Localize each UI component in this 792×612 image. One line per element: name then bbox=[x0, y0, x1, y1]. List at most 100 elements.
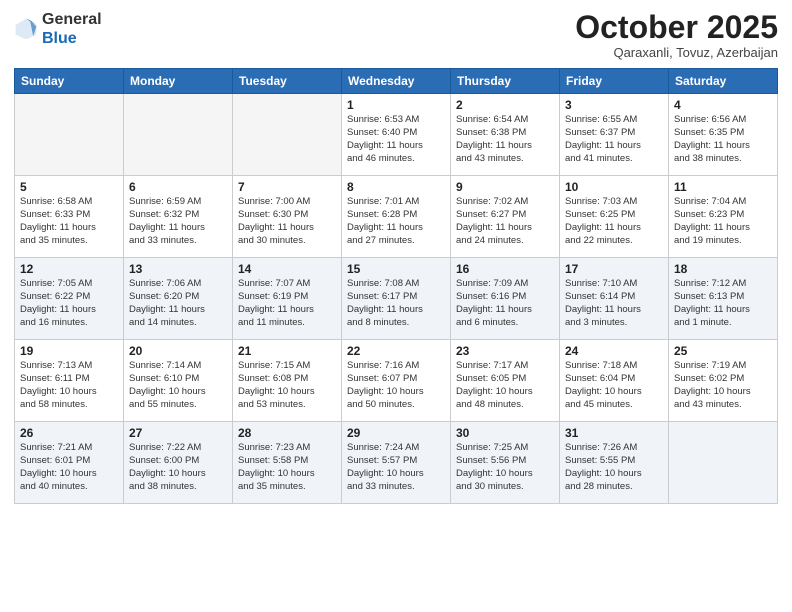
calendar-cell: 6Sunrise: 6:59 AM Sunset: 6:32 PM Daylig… bbox=[124, 176, 233, 258]
calendar-header-row: SundayMondayTuesdayWednesdayThursdayFrid… bbox=[15, 69, 778, 94]
day-info: Sunrise: 7:22 AM Sunset: 6:00 PM Dayligh… bbox=[129, 442, 227, 493]
calendar-table: SundayMondayTuesdayWednesdayThursdayFrid… bbox=[14, 68, 778, 504]
calendar-cell: 7 Sunrise: 7:00 AM Sunset: 6:30 PM Daylig… bbox=[233, 176, 342, 258]
day-info: Sunrise: 7:09 AM Sunset: 6:16 PM Dayligh… bbox=[456, 278, 554, 329]
day-number: 16 bbox=[456, 262, 554, 276]
calendar-week-5: 26 Sunrise: 7:21 AM Sunset: 6:01 PM Dayli… bbox=[15, 422, 778, 504]
day-info: Sunrise: 6:55 AM Sunset: 6:37 PM Dayligh… bbox=[565, 114, 663, 165]
calendar-header-monday: Monday bbox=[124, 69, 233, 94]
calendar-cell bbox=[669, 422, 778, 504]
calendar-header-tuesday: Tuesday bbox=[233, 69, 342, 94]
day-number: 30 bbox=[456, 426, 554, 440]
calendar-cell: 21 Sunrise: 7:15 AM Sunset: 6:08 PM Dayli… bbox=[233, 340, 342, 422]
day-info: Sunrise: 7:15 AM Sunset: 6:08 PM Dayligh… bbox=[238, 360, 336, 411]
day-info: Sunrise: 7:12 AM Sunset: 6:13 PM Dayligh… bbox=[674, 278, 772, 329]
calendar-cell bbox=[15, 94, 124, 176]
day-info: Sunrise: 7:21 AM Sunset: 6:01 PM Dayligh… bbox=[20, 442, 118, 493]
day-number: 7 bbox=[238, 180, 336, 194]
day-info: Sunrise: 6:53 AM Sunset: 6:40 PM Dayligh… bbox=[347, 114, 445, 165]
day-number: 19 bbox=[20, 344, 118, 358]
calendar-cell: 24 Sunrise: 7:18 AM Sunset: 6:04 PM Dayli… bbox=[560, 340, 669, 422]
title-section: October 2025 Qaraxanli, Tovuz, Azerbaija… bbox=[575, 10, 778, 60]
calendar-cell: 14 Sunrise: 7:07 AM Sunset: 6:19 PM Dayli… bbox=[233, 258, 342, 340]
logo-blue: Blue bbox=[42, 30, 77, 47]
day-info: Sunrise: 7:26 AM Sunset: 5:55 PM Dayligh… bbox=[565, 442, 663, 493]
calendar-header-wednesday: Wednesday bbox=[342, 69, 451, 94]
calendar-cell: 18 Sunrise: 7:12 AM Sunset: 6:13 PM Dayli… bbox=[669, 258, 778, 340]
calendar-header-sunday: Sunday bbox=[15, 69, 124, 94]
calendar-cell: 19 Sunrise: 7:13 AM Sunset: 6:11 PM Dayli… bbox=[15, 340, 124, 422]
day-info: Sunrise: 7:18 AM Sunset: 6:04 PM Dayligh… bbox=[565, 360, 663, 411]
day-info: Sunrise: 7:25 AM Sunset: 5:56 PM Dayligh… bbox=[456, 442, 554, 493]
calendar-header-thursday: Thursday bbox=[451, 69, 560, 94]
calendar-cell: 1 Sunrise: 6:53 AM Sunset: 6:40 PM Daylig… bbox=[342, 94, 451, 176]
day-number: 26 bbox=[20, 426, 118, 440]
calendar-cell: 5 Sunrise: 6:58 AM Sunset: 6:33 PM Daylig… bbox=[15, 176, 124, 258]
calendar-week-2: 5 Sunrise: 6:58 AM Sunset: 6:33 PM Daylig… bbox=[15, 176, 778, 258]
calendar-cell: 22Sunrise: 7:16 AM Sunset: 6:07 PM Dayli… bbox=[342, 340, 451, 422]
day-number: 15 bbox=[347, 262, 445, 276]
calendar-cell bbox=[233, 94, 342, 176]
day-number: 13 bbox=[129, 262, 227, 276]
day-info: Sunrise: 7:14 AM Sunset: 6:10 PM Dayligh… bbox=[129, 360, 227, 411]
day-number: 14 bbox=[238, 262, 336, 276]
calendar-cell: 2 Sunrise: 6:54 AM Sunset: 6:38 PM Daylig… bbox=[451, 94, 560, 176]
day-info: Sunrise: 6:59 AM Sunset: 6:32 PM Dayligh… bbox=[129, 196, 227, 247]
day-number: 2 bbox=[456, 98, 554, 112]
day-number: 17 bbox=[565, 262, 663, 276]
day-info: Sunrise: 7:23 AM Sunset: 5:58 PM Dayligh… bbox=[238, 442, 336, 493]
calendar-cell: 15Sunrise: 7:08 AM Sunset: 6:17 PM Dayli… bbox=[342, 258, 451, 340]
day-number: 25 bbox=[674, 344, 772, 358]
day-info: Sunrise: 7:13 AM Sunset: 6:11 PM Dayligh… bbox=[20, 360, 118, 411]
day-number: 31 bbox=[565, 426, 663, 440]
logo-text: General Blue bbox=[42, 10, 102, 48]
calendar-cell: 10 Sunrise: 7:03 AM Sunset: 6:25 PM Dayli… bbox=[560, 176, 669, 258]
day-number: 29 bbox=[347, 426, 445, 440]
day-number: 21 bbox=[238, 344, 336, 358]
month-title: October 2025 bbox=[575, 10, 778, 45]
day-number: 10 bbox=[565, 180, 663, 194]
day-info: Sunrise: 7:05 AM Sunset: 6:22 PM Dayligh… bbox=[20, 278, 118, 329]
day-info: Sunrise: 6:54 AM Sunset: 6:38 PM Dayligh… bbox=[456, 114, 554, 165]
day-info: Sunrise: 6:56 AM Sunset: 6:35 PM Dayligh… bbox=[674, 114, 772, 165]
calendar-cell: 16 Sunrise: 7:09 AM Sunset: 6:16 PM Dayli… bbox=[451, 258, 560, 340]
day-number: 12 bbox=[20, 262, 118, 276]
day-info: Sunrise: 7:07 AM Sunset: 6:19 PM Dayligh… bbox=[238, 278, 336, 329]
day-info: Sunrise: 6:58 AM Sunset: 6:33 PM Dayligh… bbox=[20, 196, 118, 247]
logo-icon bbox=[14, 17, 38, 41]
day-number: 8 bbox=[347, 180, 445, 194]
day-number: 5 bbox=[20, 180, 118, 194]
day-number: 4 bbox=[674, 98, 772, 112]
day-number: 24 bbox=[565, 344, 663, 358]
subtitle: Qaraxanli, Tovuz, Azerbaijan bbox=[575, 45, 778, 60]
calendar-cell: 23Sunrise: 7:17 AM Sunset: 6:05 PM Dayli… bbox=[451, 340, 560, 422]
day-info: Sunrise: 7:16 AM Sunset: 6:07 PM Dayligh… bbox=[347, 360, 445, 411]
calendar-cell: 3 Sunrise: 6:55 AM Sunset: 6:37 PM Daylig… bbox=[560, 94, 669, 176]
calendar-header-friday: Friday bbox=[560, 69, 669, 94]
day-number: 3 bbox=[565, 98, 663, 112]
day-info: Sunrise: 7:01 AM Sunset: 6:28 PM Dayligh… bbox=[347, 196, 445, 247]
calendar-cell: 9Sunrise: 7:02 AM Sunset: 6:27 PM Daylig… bbox=[451, 176, 560, 258]
logo: General Blue bbox=[14, 10, 102, 48]
calendar-cell: 26 Sunrise: 7:21 AM Sunset: 6:01 PM Dayli… bbox=[15, 422, 124, 504]
day-number: 23 bbox=[456, 344, 554, 358]
day-number: 27 bbox=[129, 426, 227, 440]
calendar-cell: 11 Sunrise: 7:04 AM Sunset: 6:23 PM Dayli… bbox=[669, 176, 778, 258]
day-info: Sunrise: 7:04 AM Sunset: 6:23 PM Dayligh… bbox=[674, 196, 772, 247]
day-info: Sunrise: 7:03 AM Sunset: 6:25 PM Dayligh… bbox=[565, 196, 663, 247]
calendar-cell: 31 Sunrise: 7:26 AM Sunset: 5:55 PM Dayli… bbox=[560, 422, 669, 504]
day-number: 11 bbox=[674, 180, 772, 194]
calendar-week-4: 19 Sunrise: 7:13 AM Sunset: 6:11 PM Dayli… bbox=[15, 340, 778, 422]
calendar-cell bbox=[124, 94, 233, 176]
calendar-cell: 27 Sunrise: 7:22 AM Sunset: 6:00 PM Dayli… bbox=[124, 422, 233, 504]
day-info: Sunrise: 7:00 AM Sunset: 6:30 PM Dayligh… bbox=[238, 196, 336, 247]
header: General Blue October 2025 Qaraxanli, Tov… bbox=[14, 10, 778, 60]
day-info: Sunrise: 7:06 AM Sunset: 6:20 PM Dayligh… bbox=[129, 278, 227, 329]
calendar-cell: 8 Sunrise: 7:01 AM Sunset: 6:28 PM Daylig… bbox=[342, 176, 451, 258]
day-info: Sunrise: 7:10 AM Sunset: 6:14 PM Dayligh… bbox=[565, 278, 663, 329]
day-info: Sunrise: 7:02 AM Sunset: 6:27 PM Dayligh… bbox=[456, 196, 554, 247]
day-number: 20 bbox=[129, 344, 227, 358]
day-number: 18 bbox=[674, 262, 772, 276]
day-number: 1 bbox=[347, 98, 445, 112]
page-container: General Blue October 2025 Qaraxanli, Tov… bbox=[0, 0, 792, 612]
